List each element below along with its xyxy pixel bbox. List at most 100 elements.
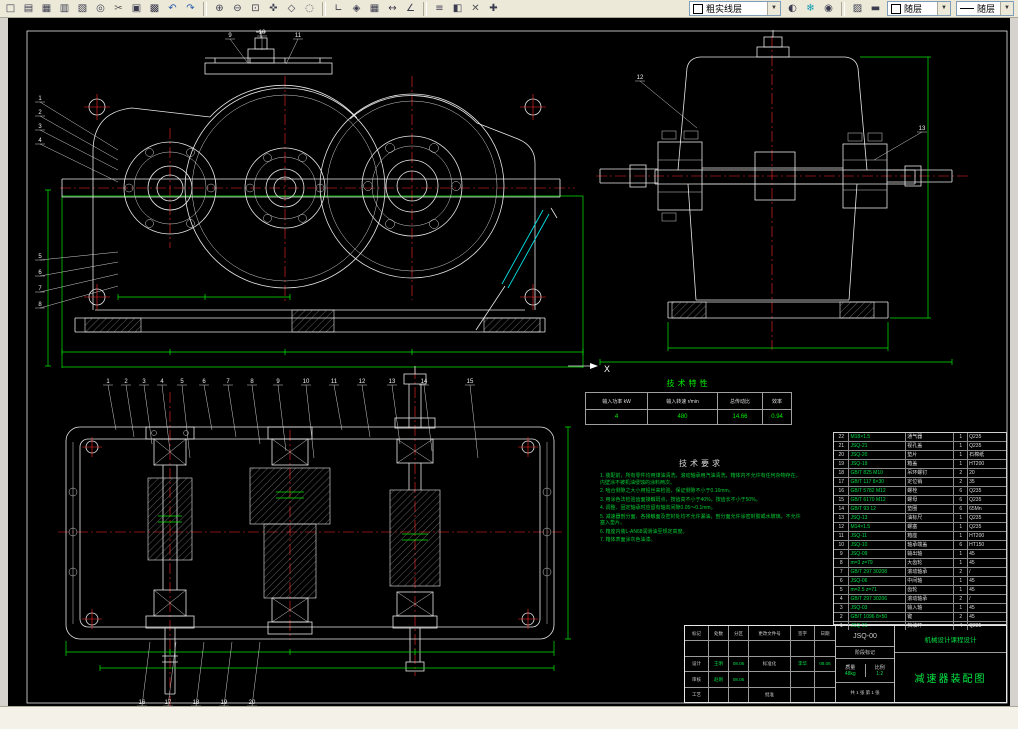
parts-cell-name: 垫片 — [906, 451, 955, 459]
parts-cell-no: 4 — [834, 595, 850, 603]
parts-row: 17 GB/T 117 8×30 定位销 2 35 — [834, 477, 1006, 486]
tech-char-value: 0.94 — [762, 409, 792, 425]
parts-cell-mat: 45 — [969, 551, 975, 557]
parts-cell-mat: 45 — [969, 614, 975, 620]
parts-cell-name: 箱座 — [906, 532, 955, 540]
redo-icon[interactable]: ↷ — [182, 0, 199, 17]
balloon-label: 9 — [276, 379, 280, 385]
balloon-label: 6 — [38, 270, 42, 276]
zoom-extents-icon[interactable]: ◇ — [283, 0, 300, 17]
zoom-out-icon[interactable]: ⊖ — [229, 0, 246, 17]
current-color-swatch — [891, 3, 901, 14]
move-icon[interactable]: ✚ — [485, 0, 502, 17]
osnap-icon[interactable]: ◈ — [348, 0, 365, 17]
print-preview-icon[interactable]: ▧ — [74, 0, 91, 17]
parts-cell-code: m=2.5 z=71 — [849, 586, 907, 594]
save-icon[interactable]: ▦ — [38, 0, 55, 17]
linetype-load-icon[interactable]: ▬ — [867, 0, 884, 17]
tech-char-value: 480 — [647, 409, 718, 425]
parts-cell-code: GB/T 297 30208 — [849, 568, 907, 576]
parts-cell-code: GB/T 93 12 — [849, 505, 907, 513]
cad-application-window: □ ▤ ▦ ▥ ▧ ◎ ✂ ▣ ▩ ↶ ↷ ⊕ ⊖ ⊡ ✜ ◇ ◌ ∟ ◈ ▦ ↔ ∠ ≡ ◧ ✕ ✚ 粗实线层 ▼ ◐ ❄ ◉… — [0, 0, 1018, 729]
chevron-down-icon[interactable]: ▼ — [767, 2, 780, 15]
open-icon[interactable]: ▤ — [20, 0, 37, 17]
drawing-title: 减速器装配图 — [895, 652, 1006, 702]
dim-angular-icon[interactable]: ∠ — [402, 0, 419, 17]
tech-req-item: 7. 箱体表面涂灰色油漆。 — [600, 537, 656, 543]
balloon-labels-top: 1 2 3 4 5 6 7 8 9 10 11 12 13 14 15 — [103, 379, 479, 459]
parts-cell-code: m=3 z=79 — [849, 559, 907, 567]
parts-row: 5 m=2.5 z=71 齿轮 1 45 — [834, 585, 1006, 594]
lock-icon[interactable]: ◉ — [820, 0, 837, 17]
layer-combo[interactable]: 粗实线层 ▼ — [689, 1, 781, 16]
parts-cell-name: 输出轴 — [906, 550, 955, 558]
parts-cell-mat: Q235 — [969, 497, 982, 503]
layer-control-icon[interactable]: ◐ — [784, 0, 801, 17]
parts-cell-qty: 2 — [954, 613, 969, 621]
status-bar — [0, 706, 1018, 729]
parts-cell-name: 垫圈 — [906, 505, 955, 513]
parts-cell-no: 6 — [834, 577, 850, 585]
undo-icon[interactable]: ↶ — [164, 0, 181, 17]
drawing-code: JSQ-00 — [853, 632, 877, 640]
parts-cell-code: JSQ-11 — [849, 532, 907, 540]
parts-cell-mat: Q235 — [969, 524, 982, 530]
parts-cell-no: 14 — [834, 505, 850, 513]
color-control-icon[interactable]: ▨ — [849, 0, 866, 17]
grid-icon[interactable]: ▦ — [366, 0, 383, 17]
parts-cell-no: 12 — [834, 523, 850, 531]
parts-cell-code: JSQ-10 — [849, 541, 907, 549]
balloon-label: 11 — [295, 33, 302, 39]
parts-cell-no: 21 — [834, 442, 850, 450]
parts-cell-qty: 6 — [954, 496, 969, 504]
print-icon[interactable]: ▥ — [56, 0, 73, 17]
parts-cell-name: 通气器 — [906, 433, 955, 441]
balloon-label: 5 — [180, 379, 184, 385]
color-combo[interactable]: 随层 ▼ — [887, 1, 951, 16]
toolbar: □ ▤ ▦ ▥ ▧ ◎ ✂ ▣ ▩ ↶ ↷ ⊕ ⊖ ⊡ ✜ ◇ ◌ ∟ ◈ ▦ ↔ ∠ ≡ ◧ ✕ ✚ 粗实线层 ▼ ◐ ❄ ◉… — [0, 0, 1018, 18]
paste-icon[interactable]: ▩ — [146, 0, 163, 17]
balloon-label: 7 — [38, 286, 42, 292]
parts-row: 10 JSQ-10 轴承端盖 6 HT150 — [834, 540, 1006, 549]
chevron-down-icon[interactable]: ▼ — [1000, 2, 1013, 15]
side-view — [596, 30, 968, 365]
ortho-icon[interactable]: ∟ — [330, 0, 347, 17]
parts-cell-qty: 6 — [954, 505, 969, 513]
properties-icon[interactable]: ≡ — [431, 0, 448, 17]
tech-req-item: 3. 用涂色法检验齿面接触斑点，按齿高不小于40%，按齿长不小于50%。 — [600, 496, 761, 503]
parts-row: 15 GB/T 6170 M12 螺母 6 Q235 — [834, 495, 1006, 504]
parts-cell-code: JSQ-13 — [849, 514, 907, 522]
parts-cell-mat: Q235 — [969, 434, 982, 440]
zoom-window-icon[interactable]: ⊡ — [247, 0, 264, 17]
tech-req-item: 1. 装配前，所有零件均用煤油清洗，滚动轴承用汽油清洗，箱体内不允许有任何杂物存… — [600, 473, 801, 486]
dim-linear-icon[interactable]: ↔ — [384, 0, 401, 17]
parts-cell-no: 18 — [834, 469, 850, 477]
parts-cell-mat: HT150 — [969, 542, 985, 548]
copy-icon[interactable]: ▣ — [128, 0, 145, 17]
parts-cell-no: 13 — [834, 514, 850, 522]
regen-icon[interactable]: ◌ — [301, 0, 318, 17]
parts-cell-name: 螺栓 — [906, 487, 955, 495]
balloon-label: 13 — [919, 126, 926, 132]
match-props-icon[interactable]: ◧ — [449, 0, 466, 17]
balloon-label: 10 — [259, 30, 266, 36]
find-icon[interactable]: ◎ — [92, 0, 109, 17]
drawing-sheet[interactable]: X 1 2 3 4 5 6 7 8 9 10 11 12 13 14 15 16… — [8, 18, 1010, 706]
balloon-label: 3 — [142, 379, 146, 385]
zoom-in-icon[interactable]: ⊕ — [211, 0, 228, 17]
chevron-down-icon[interactable]: ▼ — [937, 2, 950, 15]
parts-cell-no: 7 — [834, 568, 850, 576]
erase-icon[interactable]: ✕ — [467, 0, 484, 17]
parts-cell-qty: 1 — [954, 559, 969, 567]
cut-icon[interactable]: ✂ — [110, 0, 127, 17]
tech-char-header: 输入功率 kW — [584, 392, 649, 410]
parts-cell-name: 滚动轴承 — [906, 568, 955, 576]
tech-req-item: 6. 箱座内装L-AN68润滑油至规定高度。 — [600, 528, 688, 535]
new-icon[interactable]: □ — [2, 0, 19, 17]
linetype-combo[interactable]: 随层 ▼ — [956, 1, 1014, 16]
balloon-label: 4 — [38, 138, 42, 144]
parts-cell-mat: 65Mn — [969, 506, 982, 512]
freeze-icon[interactable]: ❄ — [802, 0, 819, 17]
pan-icon[interactable]: ✜ — [265, 0, 282, 17]
balloon-label: 7 — [226, 379, 230, 385]
